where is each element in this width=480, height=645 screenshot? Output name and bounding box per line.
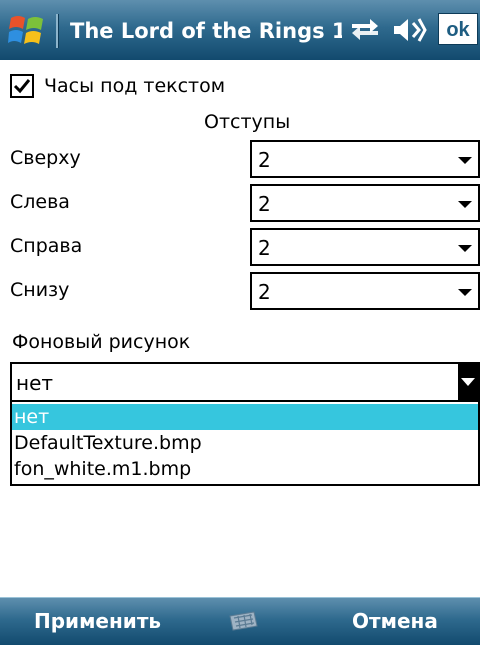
chevron-down-icon (458, 245, 472, 252)
margin-left-select[interactable]: 2 (250, 184, 480, 222)
chevron-down-icon (458, 201, 472, 208)
margin-right-value: 2 (258, 236, 271, 260)
list-item[interactable]: нет (12, 404, 478, 430)
list-item[interactable]: fon_white.m1.bmp (12, 456, 478, 482)
background-label: Фоновый рисунок (12, 331, 191, 353)
windows-start-icon[interactable] (8, 12, 46, 48)
clock-under-text-label: Часы под текстом (44, 75, 226, 97)
speaker-icon[interactable] (392, 14, 428, 46)
chevron-down-icon (458, 157, 472, 164)
softkey-bar: Применить Отмена (0, 597, 480, 645)
clock-under-text-checkbox[interactable] (10, 74, 34, 98)
checkmark-icon (13, 79, 31, 94)
margin-right-label: Справа (10, 235, 83, 257)
title-bar: The Lord of the Rings 1. F ok (0, 0, 480, 60)
background-options-list: нет DefaultTexture.bmp fon_white.m1.bmp (10, 402, 480, 486)
ok-button[interactable]: ok (438, 13, 478, 45)
title-separator (56, 14, 59, 48)
background-select[interactable]: нет (10, 362, 480, 402)
margins-heading: Отступы (204, 111, 291, 133)
keyboard-icon[interactable] (226, 608, 260, 634)
margin-top-value: 2 (258, 148, 271, 172)
margin-left-label: Слева (10, 191, 70, 213)
list-item[interactable]: DefaultTexture.bmp (12, 430, 478, 456)
margin-bottom-select[interactable]: 2 (250, 272, 480, 310)
connectivity-icon[interactable] (348, 14, 382, 46)
window-title: The Lord of the Rings 1. F (70, 19, 342, 43)
margin-right-select[interactable]: 2 (250, 228, 480, 266)
margin-bottom-value: 2 (258, 280, 271, 304)
margin-bottom-label: Снизу (10, 279, 70, 301)
apply-button[interactable]: Применить (34, 598, 161, 645)
chevron-down-icon (461, 378, 475, 386)
margin-top-label: Сверху (10, 147, 81, 169)
cancel-button[interactable]: Отмена (352, 598, 438, 645)
dropdown-button[interactable] (458, 364, 478, 400)
chevron-down-icon (458, 289, 472, 296)
background-value: нет (16, 371, 54, 395)
margin-top-select[interactable]: 2 (250, 140, 480, 178)
margin-left-value: 2 (258, 192, 271, 216)
